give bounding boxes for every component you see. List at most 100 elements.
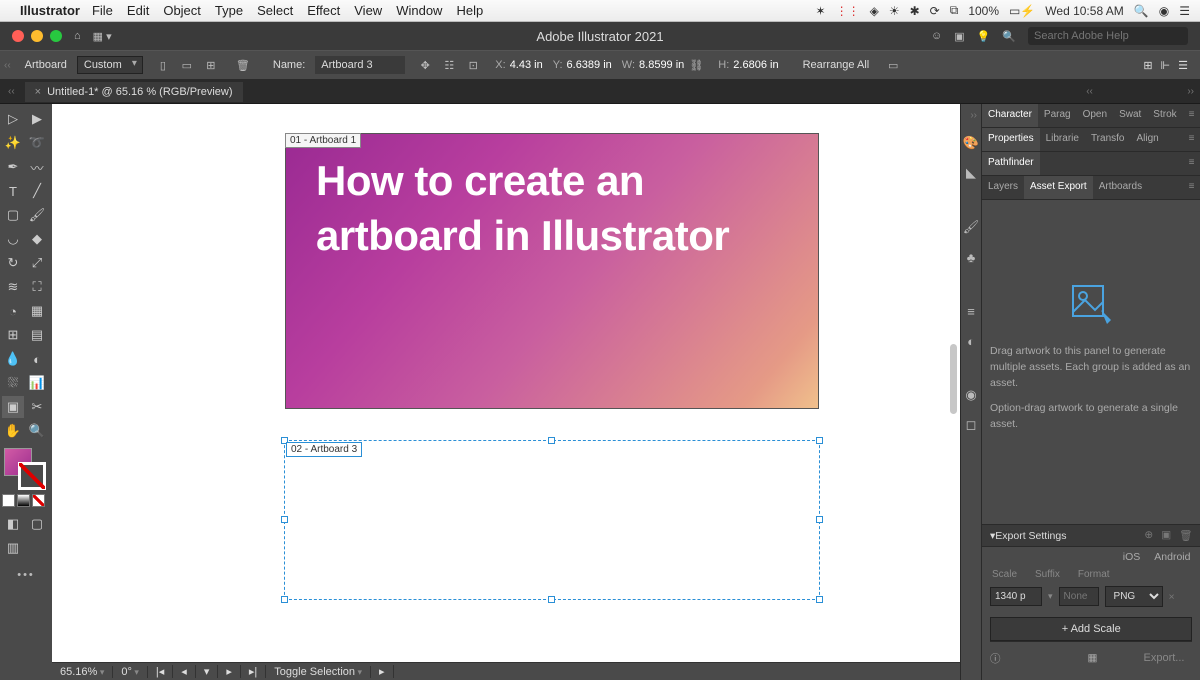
artboard-nav-next[interactable]: ▸ [218, 665, 241, 678]
workspace-switcher[interactable]: ▦ ▾ [93, 30, 112, 43]
appearance-panel-icon[interactable]: ◻ [961, 415, 981, 435]
color-mode-solid[interactable] [2, 494, 15, 507]
artboard-tool[interactable]: ▣ [2, 396, 24, 418]
panel-menu-row1[interactable]: ≡ [1183, 104, 1200, 127]
export-grid-icon[interactable]: ▦ [1088, 652, 1098, 664]
pen-tool[interactable]: ✒ [2, 156, 24, 178]
tray-cc-icon[interactable]: ⋮⋮ [836, 4, 860, 18]
app-menu[interactable]: Illustrator [20, 3, 80, 18]
magic-wand-tool[interactable]: ✨ [2, 132, 24, 154]
blend-tool[interactable]: ◐ [26, 348, 48, 370]
delete-artboard-icon[interactable]: 🗑 [233, 55, 253, 75]
remove-row-icon[interactable]: × [1169, 591, 1175, 603]
gradient-tool[interactable]: ▤ [26, 324, 48, 346]
share-doc-icon[interactable]: ☺ [931, 30, 942, 42]
resize-handle-se[interactable] [816, 596, 823, 603]
document-tab[interactable]: × Untitled-1* @ 65.16 % (RGB/Preview) [25, 82, 243, 102]
window-zoom-button[interactable] [50, 30, 62, 42]
artboard-nav-icon[interactable]: ▭ [883, 55, 903, 75]
tab-transform[interactable]: Transfo [1085, 128, 1131, 151]
resize-handle-n[interactable] [548, 437, 555, 444]
resize-handle-ne[interactable] [816, 437, 823, 444]
menu-select[interactable]: Select [257, 3, 293, 18]
more-tools-icon[interactable]: ••• [2, 569, 50, 581]
tab-pathfinder[interactable]: Pathfinder [982, 152, 1040, 175]
resize-handle-w[interactable] [281, 516, 288, 523]
artboard-preset-dropdown[interactable]: Custom [77, 56, 143, 74]
export-settings-header[interactable]: ▾ Export Settings ⊕▣🗑 [982, 524, 1200, 547]
tray-control-center-icon[interactable]: ☰ [1179, 4, 1190, 18]
w-value[interactable]: 8.8599 in [639, 59, 684, 71]
line-tool[interactable]: ╱ [26, 180, 48, 202]
tray-dropbox-icon[interactable]: ◈ [870, 4, 879, 18]
add-scale-button[interactable]: + Add Scale [990, 617, 1192, 641]
tab-asset-export[interactable]: Asset Export [1024, 176, 1093, 199]
menu-view[interactable]: View [354, 3, 382, 18]
orientation-landscape-icon[interactable]: ▭ [177, 55, 197, 75]
folder-icon[interactable]: ▣ [1161, 529, 1171, 542]
panel-menu-row3[interactable]: ≡ [1183, 152, 1200, 175]
lasso-tool[interactable]: ➰ [26, 132, 48, 154]
symbols-panel-icon[interactable]: ♣ [961, 247, 981, 267]
right-collapse-chevrons[interactable]: ‹‹ ›› [1086, 86, 1194, 97]
type-tool[interactable]: T [2, 180, 24, 202]
tab-layers[interactable]: Layers [982, 176, 1024, 199]
panel-menu-row4[interactable]: ≡ [1183, 176, 1200, 199]
tab-properties[interactable]: Properties [982, 128, 1040, 151]
hand-tool[interactable]: ✋ [2, 420, 24, 442]
tray-sync-icon[interactable]: ⟳ [930, 4, 940, 18]
right-collapse-chev[interactable]: ›› [961, 108, 981, 123]
artboard2-selected[interactable] [284, 440, 820, 600]
edit-toolbar-icon[interactable]: ▥ [2, 537, 24, 559]
window-close-button[interactable] [12, 30, 24, 42]
artboard-options-icon[interactable]: ☷ [439, 55, 459, 75]
tray-evernote-icon[interactable]: ✶ [816, 4, 826, 18]
color-mode-none[interactable] [32, 494, 45, 507]
artboard-nav-first[interactable]: |◂ [148, 665, 173, 678]
shape-builder-tool[interactable]: ◔ [2, 300, 24, 322]
export-info-icon[interactable]: ⓘ [990, 651, 1001, 666]
tray-gear-icon[interactable]: ✱ [910, 4, 920, 18]
tray-clock[interactable]: Wed 10:58 AM [1045, 4, 1124, 18]
h-value[interactable]: 2.6806 in [733, 59, 778, 71]
tray-wifi-icon[interactable]: ⧉ [950, 3, 959, 18]
fill-stroke-swatch[interactable] [2, 448, 46, 490]
selection-tool[interactable]: ▷ [2, 108, 24, 130]
artboard1-label[interactable]: 01 - Artboard 1 [285, 133, 361, 148]
y-value[interactable]: 6.6389 in [567, 59, 612, 71]
brushes-panel-icon[interactable]: 🖌 [961, 217, 981, 237]
menu-effect[interactable]: Effect [307, 3, 340, 18]
artboard-nav-last[interactable]: ▸| [241, 665, 266, 678]
symbol-sprayer-tool[interactable]: ⛆ [2, 372, 24, 394]
stroke-panel-icon[interactable]: ≡ [961, 301, 981, 321]
scale-tool[interactable]: ⤢ [26, 252, 48, 274]
artboard-nav-prev[interactable]: ◂ [173, 665, 196, 678]
panel-menu-icon[interactable]: ☰ [1178, 59, 1188, 72]
shaper-tool[interactable]: ◡ [2, 228, 24, 250]
move-with-artboard-icon[interactable]: ✥ [415, 55, 435, 75]
color-mode-gradient[interactable] [17, 494, 30, 507]
rearrange-all-button[interactable]: Rearrange All [791, 53, 882, 77]
format-dropdown[interactable]: PNG [1105, 586, 1163, 607]
zoom-level[interactable]: 65.16% [52, 666, 113, 678]
artboard2-label[interactable]: 02 - Artboard 3 [286, 442, 362, 457]
x-value[interactable]: 4.43 in [510, 59, 543, 71]
artboard1[interactable]: How to create an artboard in Illustrator [286, 134, 818, 408]
menu-help[interactable]: Help [456, 3, 483, 18]
mesh-tool[interactable]: ⊞ [2, 324, 24, 346]
curvature-tool[interactable]: 〰 [26, 156, 48, 178]
artboard-name-input[interactable] [315, 56, 405, 74]
screen-mode-icon[interactable]: ▢ [26, 513, 48, 535]
trash-icon[interactable]: 🗑 [1179, 529, 1192, 542]
tab-stroke[interactable]: Strok [1147, 104, 1182, 127]
menu-edit[interactable]: Edit [127, 3, 149, 18]
tab-artboards[interactable]: Artboards [1093, 176, 1148, 199]
arrange-docs-icon[interactable]: ▣ [954, 30, 964, 43]
transparency-panel-icon[interactable]: ◉ [961, 385, 981, 405]
suffix-input[interactable] [1059, 587, 1099, 606]
collapse-left-chevrons[interactable]: ‹‹ [0, 58, 15, 73]
color-panel-icon[interactable]: 🎨 [961, 133, 981, 153]
gpu-preview-icon[interactable]: 💡 [977, 30, 991, 43]
tab-paragraph[interactable]: Parag [1038, 104, 1077, 127]
tray-sun-icon[interactable]: ☀ [889, 4, 900, 18]
